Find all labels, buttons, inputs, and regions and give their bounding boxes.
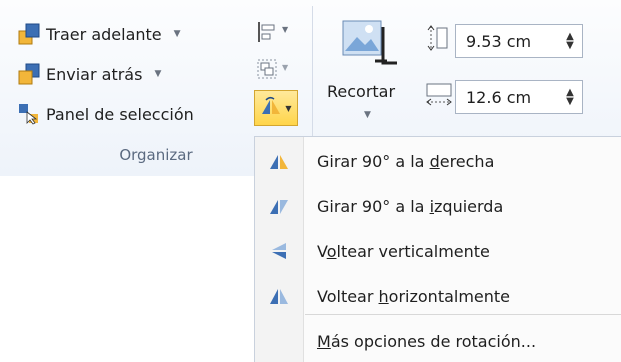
rotate-right-icon — [255, 151, 303, 171]
shape-height-icon — [425, 24, 451, 52]
menu-item-more-rotation-options[interactable]: Más opciones de rotación... — [255, 321, 621, 361]
chevron-down-icon[interactable]: ▼ — [154, 69, 161, 79]
send-backward-icon — [18, 63, 40, 85]
menu-item-label: Girar 90° a la izquierda — [317, 196, 504, 216]
rotate-button[interactable]: ▼ — [254, 90, 298, 126]
shape-width-icon — [425, 82, 453, 108]
bring-forward-icon — [18, 23, 40, 45]
chevron-down-icon: ▼ — [285, 103, 292, 113]
rotate-left-icon — [255, 196, 303, 216]
height-spinner[interactable]: 9.53 cm ▲ ▼ — [455, 24, 583, 58]
rotate-dropdown-menu: Girar 90° a la derecha Girar 90° a la iz… — [254, 136, 621, 362]
chevron-down-icon[interactable]: ▼ — [364, 110, 371, 120]
svg-text:▼: ▼ — [282, 25, 289, 34]
selection-pane-label: Panel de selección — [46, 104, 194, 124]
selection-pane-icon — [18, 103, 40, 125]
width-spinner[interactable]: 12.6 cm ▲ ▼ — [455, 80, 583, 114]
chevron-down-icon[interactable]: ▼ — [174, 29, 181, 39]
menu-item-rotate-left[interactable]: Girar 90° a la izquierda — [255, 186, 621, 226]
send-backward-label: Enviar atrás — [46, 64, 143, 84]
menu-item-label: Voltear verticalmente — [317, 241, 490, 261]
spinner-arrows-icon[interactable]: ▲ ▼ — [558, 32, 582, 51]
group-button[interactable]: ▼ — [256, 58, 289, 82]
menu-item-label: Más opciones de rotación... — [317, 331, 537, 351]
height-input[interactable]: 9.53 cm — [456, 32, 558, 51]
menu-separator — [305, 314, 621, 315]
flip-vertical-icon — [255, 241, 303, 261]
align-button[interactable]: ▼ — [256, 20, 289, 44]
menu-item-label: Girar 90° a la derecha — [317, 151, 495, 171]
menu-item-flip-vertical[interactable]: Voltear verticalmente — [255, 231, 621, 271]
send-backward-button[interactable]: Enviar atrás ▼ — [18, 58, 161, 90]
spinner-arrows-icon[interactable]: ▲ ▼ — [558, 88, 582, 107]
crop-label[interactable]: Recortar — [327, 82, 395, 101]
flip-horizontal-icon — [255, 286, 303, 306]
width-input[interactable]: 12.6 cm — [456, 88, 558, 107]
menu-item-rotate-right[interactable]: Girar 90° a la derecha — [255, 141, 621, 181]
crop-icon[interactable] — [339, 17, 401, 71]
rotate-icon — [260, 96, 282, 120]
menu-item-flip-horizontal[interactable]: Voltear horizontalmente — [255, 276, 621, 316]
menu-item-label: Voltear horizontalmente — [317, 286, 511, 306]
bring-forward-label: Traer adelante — [46, 24, 162, 44]
svg-text:▼: ▼ — [282, 63, 289, 72]
selection-pane-button[interactable]: Panel de selección — [18, 98, 194, 130]
bring-forward-button[interactable]: Traer adelante ▼ — [18, 18, 181, 50]
